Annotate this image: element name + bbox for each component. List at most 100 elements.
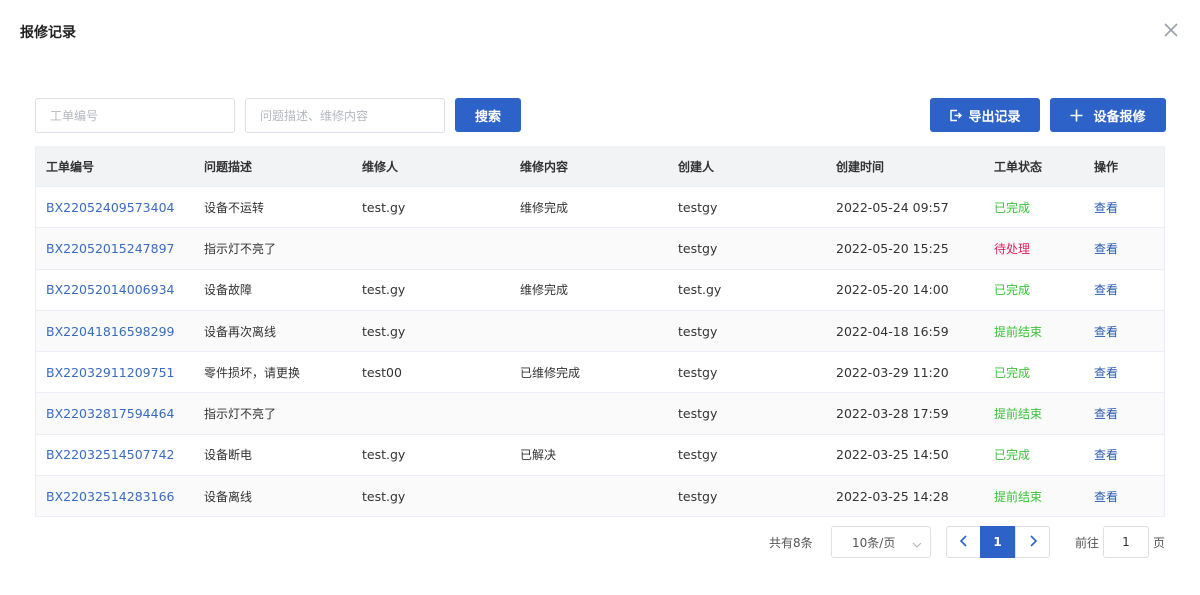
- table-row: BX22041816598299 设备再次离线 test.gy testgy 2022-…: [36, 310, 1164, 353]
- status-badge: 已完成: [994, 365, 1031, 380]
- cell-repairer: test.gy: [362, 488, 406, 504]
- cell-creator: test.gy: [678, 282, 722, 298]
- cell-repair-content: 已解决: [520, 448, 557, 463]
- page-size-value: 10条/页: [852, 535, 896, 550]
- device-repair-button[interactable]: 设备报修: [1050, 98, 1166, 132]
- status-badge: 提前结束: [994, 407, 1043, 422]
- cell-repairer: test.gy: [362, 447, 406, 463]
- cell-order-no[interactable]: BX22032514283166: [46, 476, 174, 516]
- view-link[interactable]: 查看: [1094, 228, 1118, 268]
- table-row: BX22032514507742 设备断电 test.gy 已解决 testgy 2022…: [36, 435, 1164, 477]
- cell-order-no[interactable]: BX22032817594464: [46, 393, 174, 433]
- cell-created-time: 2022-05-20 14:00: [836, 282, 949, 298]
- repair-records-table: 工单编号 问题描述 维修人 维修内容 创建人 创建时间 工单状态 操作 BX22…: [35, 146, 1165, 518]
- cell-repairer: test.gy: [362, 323, 406, 339]
- cell-order-no[interactable]: BX22052409573404: [46, 187, 174, 227]
- chevron-left-icon: [959, 534, 969, 550]
- page-size-select[interactable]: 10条/页: [831, 526, 931, 558]
- cell-creator: testgy: [678, 199, 718, 215]
- export-records-label: 导出记录: [968, 109, 1021, 125]
- device-repair-label: 设备报修: [1093, 109, 1146, 125]
- column-header: 创建时间: [836, 159, 885, 174]
- cell-creator: testgy: [678, 323, 718, 339]
- cell-creator: testgy: [678, 447, 718, 463]
- view-link[interactable]: 查看: [1094, 476, 1118, 516]
- view-link[interactable]: 查看: [1094, 393, 1118, 433]
- export-records-button[interactable]: 导出记录: [930, 98, 1040, 132]
- chevron-down-icon: [912, 538, 922, 552]
- table-row: BX22052014006934 设备故障 test.gy 维修完成 test.gy 20…: [36, 270, 1164, 311]
- cell-order-no[interactable]: BX22052014006934: [46, 270, 174, 310]
- cell-created-time: 2022-03-28 17:59: [836, 406, 949, 422]
- view-link[interactable]: 查看: [1094, 435, 1118, 475]
- cell-created-time: 2022-05-20 15:25: [836, 240, 949, 256]
- status-badge: 提前结束: [994, 489, 1043, 504]
- close-icon[interactable]: [1161, 20, 1181, 40]
- pagination: 共有8条 10条/页 1 前往 页: [0, 526, 1200, 558]
- cell-creator: testgy: [678, 406, 718, 422]
- table-row: BX22032514283166 设备离线 test.gy testgy 2022-03…: [36, 476, 1164, 518]
- column-header: 维修内容: [520, 159, 569, 174]
- prev-page-button[interactable]: [946, 526, 981, 558]
- column-header: 维修人: [362, 159, 399, 174]
- cell-created-time: 2022-05-24 09:57: [836, 199, 949, 215]
- cell-creator: testgy: [678, 488, 718, 504]
- column-header: 操作: [1094, 159, 1119, 174]
- goto-label: 前往: [1075, 535, 1100, 550]
- cell-description: 设备不运转: [204, 200, 265, 215]
- next-page-button[interactable]: [1015, 526, 1050, 558]
- table-row: BX22032817594464 指示灯不亮了 testgy 2022-03-28 1…: [36, 393, 1164, 435]
- search-button[interactable]: 搜索: [455, 98, 521, 132]
- cell-order-no[interactable]: BX22052015247897: [46, 228, 174, 268]
- plus-icon: [1070, 109, 1083, 122]
- status-badge: 已完成: [994, 283, 1031, 298]
- cell-description: 设备断电: [204, 448, 253, 463]
- column-header: 工单编号: [46, 159, 95, 174]
- cell-description: 零件损坏，请更换: [204, 365, 301, 380]
- table-row: BX22052409573404 设备不运转 test.gy 维修完成 testgy 20…: [36, 187, 1164, 229]
- cell-order-no[interactable]: BX22032514507742: [46, 435, 174, 475]
- cell-repair-content: 维修完成: [520, 200, 569, 215]
- cell-repairer: test.gy: [362, 282, 406, 298]
- table-row: BX22032911209751 零件损坏，请更换 test00 已维修完成 testg…: [36, 352, 1164, 394]
- cell-repairer: test.gy: [362, 199, 406, 215]
- cell-repair-content: 维修完成: [520, 283, 569, 298]
- column-header: 工单状态: [994, 159, 1043, 174]
- dialog-title: 报修记录: [20, 25, 76, 41]
- view-link[interactable]: 查看: [1094, 352, 1118, 392]
- status-badge: 已完成: [994, 448, 1031, 463]
- page-suffix: 页: [1153, 535, 1166, 550]
- view-link[interactable]: 查看: [1094, 311, 1118, 351]
- search-button-label: 搜索: [474, 109, 501, 125]
- column-header: 问题描述: [204, 159, 253, 174]
- cell-description: 设备再次离线: [204, 324, 277, 339]
- total-count: 共有8条: [769, 535, 813, 550]
- status-badge: 待处理: [994, 241, 1031, 256]
- description-input[interactable]: [245, 98, 445, 133]
- cell-repairer: test00: [362, 364, 402, 380]
- export-icon: [949, 109, 963, 122]
- cell-created-time: 2022-03-25 14:28: [836, 488, 949, 504]
- cell-creator: testgy: [678, 240, 718, 256]
- view-link[interactable]: 查看: [1094, 187, 1118, 227]
- cell-created-time: 2022-04-18 16:59: [836, 323, 949, 339]
- page-number-button[interactable]: 1: [980, 526, 1015, 558]
- chevron-right-icon: [1028, 534, 1038, 550]
- status-badge: 提前结束: [994, 324, 1043, 339]
- status-badge: 已完成: [994, 200, 1031, 215]
- cell-description: 设备故障: [204, 283, 253, 298]
- cell-creator: testgy: [678, 364, 718, 380]
- order-no-input[interactable]: [35, 98, 235, 133]
- repair-records-dialog: 报修记录 搜索 导出记录 设备报修 工单编号 问题描述 维修人 维修内容 创建人…: [0, 0, 1200, 595]
- table-header: 工单编号 问题描述 维修人 维修内容 创建人 创建时间 工单状态 操作: [36, 146, 1164, 187]
- cell-order-no[interactable]: BX22041816598299: [46, 311, 174, 351]
- cell-created-time: 2022-03-29 11:20: [836, 364, 949, 380]
- table-row: BX22052015247897 指示灯不亮了 testgy 2022-05-20 1…: [36, 228, 1164, 270]
- cell-order-no[interactable]: BX22032911209751: [46, 352, 174, 392]
- cell-created-time: 2022-03-25 14:50: [836, 447, 949, 463]
- cell-repair-content: 已维修完成: [520, 365, 581, 380]
- goto-page-input[interactable]: [1103, 526, 1149, 558]
- cell-description: 指示灯不亮了: [204, 407, 277, 422]
- view-link[interactable]: 查看: [1094, 270, 1118, 310]
- column-header: 创建人: [678, 159, 715, 174]
